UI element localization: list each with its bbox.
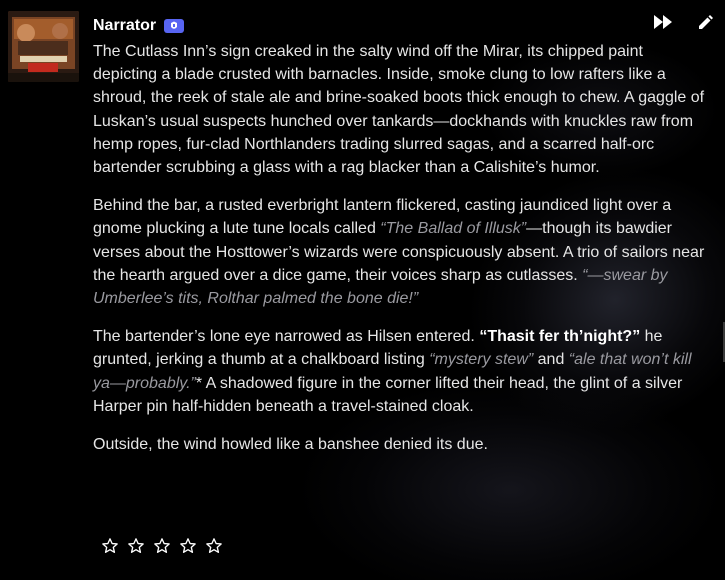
pencil-icon[interactable] (695, 12, 715, 32)
tavern-sign-avatar (8, 11, 79, 82)
star-outline-icon[interactable] (178, 536, 198, 556)
quoted-text: “The Ballad of Illusk” (380, 220, 527, 238)
paragraph: Behind the bar, a rusted everbright lant… (93, 194, 708, 310)
avatar[interactable] (8, 11, 79, 82)
chat-message: Narrator The Cutlass Inn’s sign creaked … (0, 0, 725, 580)
paragraph: The Cutlass Inn’s sign creaked in the sa… (93, 40, 708, 179)
message-actions (653, 12, 715, 32)
quoted-text: “mystery stew” (429, 351, 534, 369)
star-rating (100, 536, 224, 556)
bold-dialogue-text: “Thasit fer th’night?” (479, 328, 641, 346)
narration-text: The Cutlass Inn’s sign creaked in the sa… (93, 43, 705, 177)
star-outline-icon[interactable] (100, 536, 120, 556)
author-name[interactable]: Narrator (93, 17, 156, 35)
paragraph: Outside, the wind howled like a banshee … (93, 433, 708, 456)
message-header: Narrator (93, 14, 185, 38)
bot-badge-icon (164, 19, 185, 33)
star-outline-icon[interactable] (126, 536, 146, 556)
star-outline-icon[interactable] (152, 536, 172, 556)
message-body: The Cutlass Inn’s sign creaked in the sa… (93, 40, 708, 471)
fast-forward-icon[interactable] (653, 12, 673, 32)
narration-text: Outside, the wind howled like a banshee … (93, 436, 488, 454)
star-outline-icon[interactable] (204, 536, 224, 556)
narration-text: The bartender’s lone eye narrowed as Hil… (93, 328, 480, 346)
paragraph: The bartender’s lone eye narrowed as Hil… (93, 325, 708, 418)
narration-text: and (533, 351, 569, 369)
